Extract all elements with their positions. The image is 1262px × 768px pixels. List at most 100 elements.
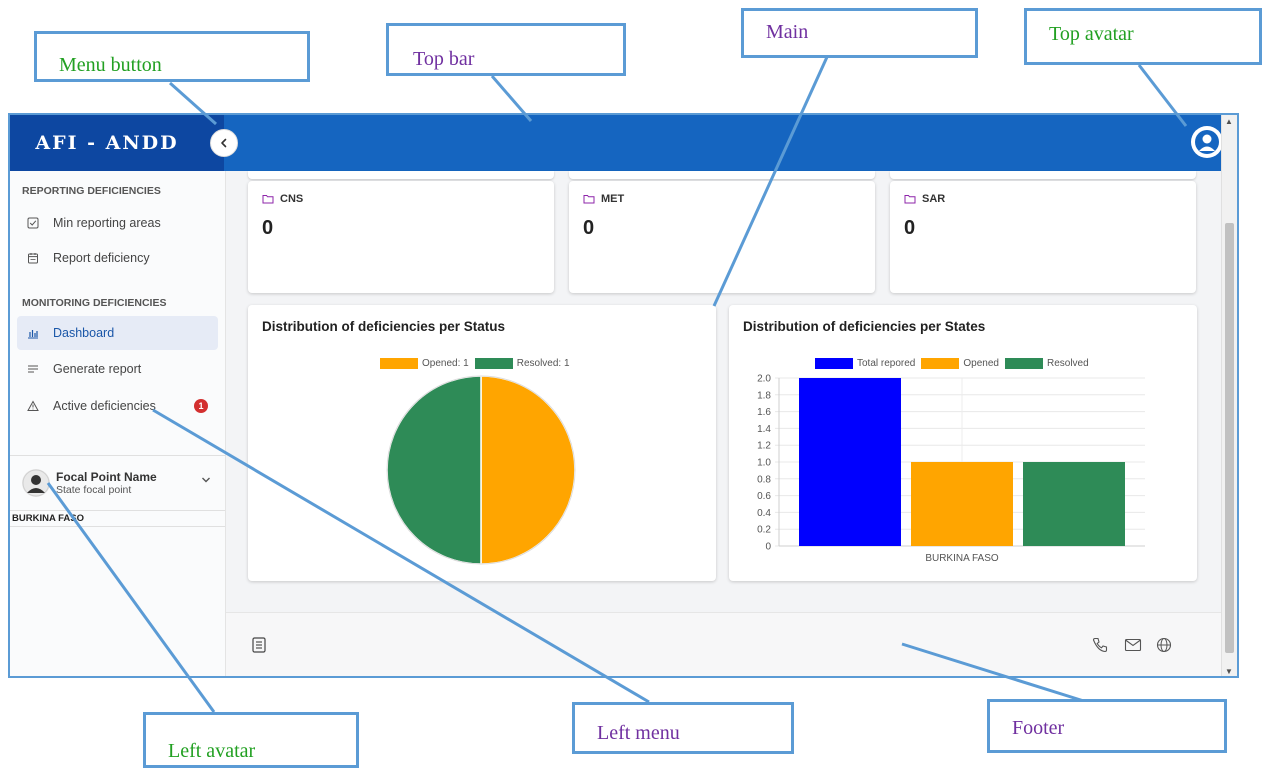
bar[interactable] (1023, 462, 1125, 546)
left-avatar (22, 469, 50, 497)
bar-chart-icon (27, 327, 45, 339)
annotation-label: Menu button (59, 54, 162, 76)
y-tick-label: 1.2 (757, 441, 771, 452)
stat-value: 0 (262, 217, 274, 239)
footer (226, 612, 1223, 676)
document-icon[interactable] (252, 637, 266, 653)
app-window: AFI - ANDD REPORTING DEFICIENCIES Min re… (8, 113, 1239, 678)
legend-label: Opened: 1 (422, 358, 469, 369)
chevron-left-icon (221, 138, 227, 148)
y-tick-label: 0.2 (757, 525, 771, 536)
phone-icon[interactable] (1092, 637, 1108, 653)
profile-name: Focal Point Name (56, 470, 157, 484)
folder-icon (583, 194, 595, 204)
pie-slice[interactable] (480, 375, 576, 565)
stat-card-header: MET (583, 193, 624, 205)
annotation-label: Left avatar (168, 740, 256, 762)
annotation-label: Top avatar (1049, 23, 1134, 45)
scroll-down-icon[interactable]: ▼ (1225, 667, 1233, 676)
sidebar-item-label: Min reporting areas (53, 216, 161, 230)
annotation-label: Footer (1012, 717, 1065, 739)
sidebar-item-generate-report[interactable]: Generate report (17, 352, 218, 386)
folder-icon (262, 194, 274, 204)
sidebar-item-label: Report deficiency (53, 251, 150, 265)
menu-button[interactable] (210, 129, 238, 157)
legend-label: Resolved: 1 (516, 358, 570, 369)
sidebar-item-min-reporting-areas[interactable]: Min reporting areas (17, 206, 218, 240)
legend-swatch (474, 358, 513, 369)
stat-label: MET (601, 193, 625, 205)
card-peek (248, 171, 554, 179)
scroll-up-icon[interactable]: ▲ (1225, 117, 1233, 126)
lines-icon (27, 363, 45, 375)
left-menu: REPORTING DEFICIENCIES Min reporting are… (10, 171, 226, 676)
stat-label: SAR (922, 193, 946, 205)
annotation-left-avatar: Left avatar (143, 712, 359, 768)
sidebar-header: AFI - ANDD (10, 115, 224, 171)
scrollbar-thumb[interactable] (1225, 223, 1234, 653)
top-bar: AFI - ANDD (10, 115, 1237, 171)
figure: AFI - ANDD REPORTING DEFICIENCIES Min re… (0, 0, 1262, 768)
stat-value: 0 (904, 217, 916, 239)
bar-chart: 2.0 1.8 1.6 1.4 1.2 1.0 0.8 0.6 0.4 0.2 0 BURKINA F… (757, 374, 1145, 564)
annotation-label: Left menu (597, 722, 680, 744)
profile-text: Focal Point Name State focal point (56, 470, 157, 496)
bar[interactable] (911, 462, 1013, 546)
chart-title: Distribution of deficiencies per Status (262, 319, 506, 334)
annotation-menu-button: Menu button (34, 31, 310, 82)
sidebar-item-dashboard[interactable]: Dashboard (17, 316, 218, 350)
stat-card-met[interactable]: MET 0 (569, 181, 875, 293)
top-avatar[interactable] (1191, 126, 1223, 158)
x-tick-label: BURKINA FASO (925, 553, 999, 564)
left-avatar-profile[interactable]: Focal Point Name State focal point (10, 455, 225, 511)
checkbox-icon (27, 217, 45, 229)
chevron-down-icon[interactable] (201, 476, 211, 484)
pie-slice[interactable] (386, 375, 482, 565)
folder-icon (904, 194, 916, 204)
legend-item[interactable]: Opened: 1 (380, 358, 469, 369)
y-tick-label: 0.8 (757, 474, 771, 485)
user-avatar-icon (1195, 130, 1219, 154)
chart-legend: Opened: 1 Resolved: 1 (380, 358, 576, 369)
y-tick-label: 0.4 (757, 508, 771, 519)
annotation-top-bar: Top bar (386, 23, 626, 76)
state-label: BURKINA FASO (10, 511, 225, 527)
stat-card-sar[interactable]: SAR 0 (890, 181, 1196, 293)
annotation-left-menu: Left menu (572, 702, 794, 754)
sidebar-item-active-deficiencies[interactable]: Active deficiencies 1 (17, 389, 218, 423)
app-title: AFI - ANDD (35, 132, 179, 154)
y-tick-label: 0 (765, 542, 771, 553)
calendar-icon (27, 252, 45, 264)
scrollbar[interactable]: ▲ ▼ (1221, 115, 1237, 676)
y-tick-label: 1.6 (757, 407, 771, 418)
y-tick-label: 0.6 (757, 491, 771, 502)
stat-card-header: CNS (262, 193, 303, 205)
legend-swatch (380, 358, 418, 369)
legend-item[interactable]: Resolved: 1 (474, 358, 570, 369)
y-tick-label: 2.0 (757, 374, 771, 385)
annotation-label: Main (766, 21, 809, 43)
sidebar-item-label: Generate report (53, 362, 142, 376)
profile-role: State focal point (56, 484, 132, 496)
card-peek (569, 171, 875, 179)
sidebar-item-label: Active deficiencies (53, 399, 156, 413)
y-tick-label: 1.0 (757, 458, 771, 469)
chart-card-status: Distribution of deficiencies per Status … (248, 305, 716, 581)
user-avatar-icon (22, 469, 50, 497)
annotation-main: Main (741, 8, 978, 58)
stat-card-cns[interactable]: CNS 0 (248, 181, 554, 293)
sidebar-item-report-deficiency[interactable]: Report deficiency (17, 241, 218, 275)
notification-badge: 1 (194, 399, 208, 413)
mail-icon[interactable] (1124, 637, 1142, 653)
stat-label: CNS (280, 193, 304, 205)
bar[interactable] (799, 378, 901, 546)
stat-card-header: SAR (904, 193, 945, 205)
stat-value: 0 (583, 217, 595, 239)
globe-icon[interactable] (1156, 637, 1172, 653)
annotation-top-avatar: Top avatar (1024, 8, 1262, 65)
pie-chart (386, 375, 576, 565)
section-title-reporting: REPORTING DEFICIENCIES (22, 185, 161, 197)
sidebar-item-label: Dashboard (53, 326, 115, 340)
main-content: CNS 0 MET 0 SAR 0 Distribution of defici… (226, 171, 1223, 676)
warning-icon (27, 400, 45, 412)
